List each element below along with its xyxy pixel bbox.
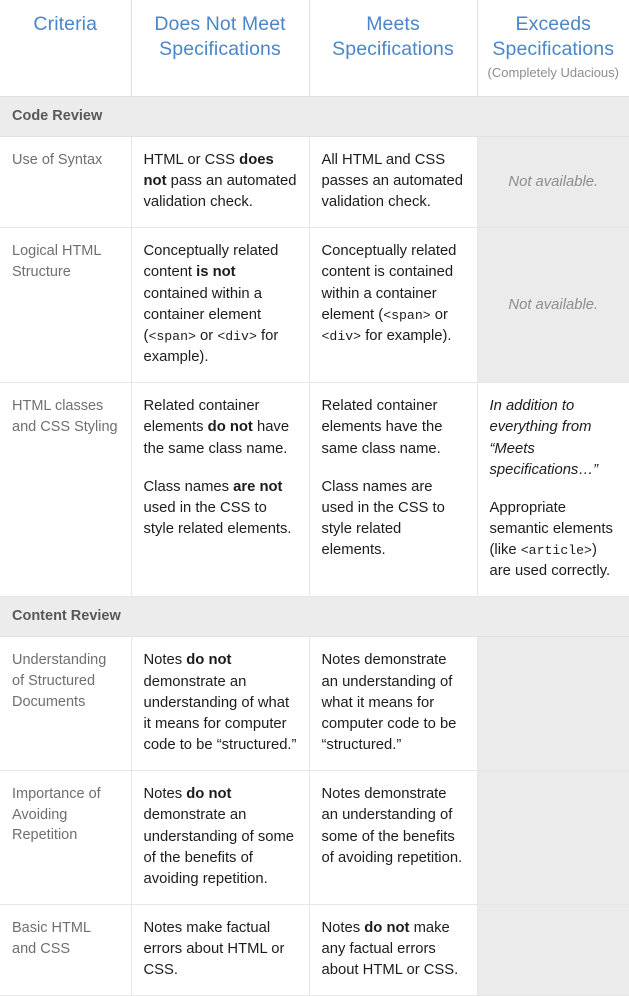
cell-paragraph: HTML or CSS does not pass an automated v… [144,150,297,213]
plain-text: pass an automated validation check. [143,172,297,211]
exceeds-cell [476,636,629,772]
section-header-cell: Content Review [0,596,629,638]
table-row: HTML classes and CSS Styling Related cont… [0,382,629,598]
does-not-meet-cell: Notes do not demonstrate an understandin… [130,770,309,906]
plain-text: for example). [361,327,452,344]
cell-paragraph: Notes do not demonstrate an understandin… [144,650,297,756]
code-snippet: <span> [148,328,196,344]
section-title: Code Review [12,107,103,124]
plain-text: Notes [321,920,365,937]
meets-cell: Notes demonstrate an understanding of wh… [308,636,477,772]
criteria-cell: Understanding of Structured Documents [0,636,131,772]
plain-text: Notes [143,652,187,669]
plain-text: Notes [143,786,187,803]
meets-cell: Notes demonstrate an understanding of so… [308,770,477,906]
does-not-meet-cell: Notes do not demonstrate an understandin… [130,636,309,772]
does-not-meet-cell: Conceptually related content is not cont… [130,227,309,384]
exceeds-cell: Not available. [476,227,629,384]
plain-text: Notes make factual errors about HTML or … [143,920,285,979]
column-header-criteria-label: Criteria [33,13,98,35]
column-header-meets: Meets Specifications [308,0,477,97]
table-row: Understanding of Structured Documents Not… [0,636,629,772]
plain-text: used in the CSS to style related element… [143,499,292,537]
meets-cell: Conceptually related content is containe… [308,227,477,384]
plain-text: Class names are used in the CSS to style… [321,478,445,559]
emphasis-text: do not [364,920,410,937]
meets-cell: All HTML and CSS passes an automated val… [308,136,477,229]
rubric-table: Criteria Does Not Meet Specifications Me… [0,0,629,996]
criteria-cell: Basic HTML and CSS [0,904,131,996]
cell-paragraph: Related container elements do not have t… [144,396,297,459]
criteria-cell: Importance of Avoiding Repetition [0,770,131,906]
meets-cell: Notes do not make any factual errors abo… [308,904,477,996]
column-header-criteria: Criteria [0,0,131,97]
emphasis-text: do not [207,419,253,436]
plain-text: demonstrate an understanding of what it … [143,673,297,754]
column-header-meets-label: Meets Specifications [332,13,454,60]
emphasis-text: do not [186,786,232,803]
cell-paragraph: Appropriate semantic elements (like <art… [490,498,618,583]
plain-text: or [195,327,218,344]
section-header-row: Content Review [0,596,629,638]
column-header-does-not-meet-label: Does Not Meet Specifications [154,13,286,60]
plain-text: Class names [143,478,234,495]
header-row: Criteria Does Not Meet Specifications Me… [0,0,629,97]
plain-text: Related container elements have the same… [321,398,443,457]
plain-text: All HTML and CSS passes an automated val… [321,151,464,211]
table-row: Importance of Avoiding Repetition Notes d… [0,770,629,906]
cell-paragraph: Notes demonstrate an understanding of so… [322,784,465,869]
plain-text: demonstrate an understanding of some of … [143,807,295,887]
cell-paragraph: Class names are not used in the CSS to s… [144,477,297,540]
plain-text: or [430,306,448,323]
rubric-header: Criteria Does Not Meet Specifications Me… [0,0,629,97]
exceeds-cell: In addition to everything from “Meets sp… [476,382,629,598]
plain-text: Notes demonstrate an understanding of so… [321,786,463,866]
does-not-meet-cell: Related container elements do not have t… [130,382,309,598]
cell-paragraph: Notes make factual errors about HTML or … [144,918,297,981]
column-header-exceeds: Exceeds Specifications (Completely Udaci… [476,0,629,97]
exceeds-cell [476,904,629,996]
cell-paragraph: Related container elements have the same… [322,396,465,459]
table-row: Use of Syntax HTML or CSS does not pass a… [0,136,629,229]
exceeds-cell [476,770,629,906]
criteria-cell: Logical HTML Structure [0,227,131,384]
criteria-cell: HTML classes and CSS Styling [0,382,131,598]
cell-paragraph: Notes do not make any factual errors abo… [322,918,465,981]
does-not-meet-cell: HTML or CSS does not pass an automated v… [130,136,309,229]
cell-paragraph: In addition to everything from “Meets sp… [490,396,618,481]
section-title: Content Review [12,608,121,625]
code-snippet: <div> [217,328,257,344]
emphasis-text: do not [186,652,232,669]
plain-text: Notes demonstrate an understanding of wh… [321,652,457,754]
section-header-cell: Code Review [0,95,629,137]
column-header-does-not-meet: Does Not Meet Specifications [130,0,309,97]
italic-text: In addition to everything from “Meets sp… [489,398,599,478]
table-row: Basic HTML and CSS Notes make factual err… [0,904,629,996]
table-row: Logical HTML Structure Conceptually relat… [0,227,629,384]
cell-paragraph: Notes demonstrate an understanding of wh… [322,650,465,756]
emphasis-text: is not [196,264,236,281]
section-header-row: Code Review [0,95,629,137]
cell-paragraph: All HTML and CSS passes an automated val… [322,150,465,213]
column-header-exceeds-label: Exceeds Specifications [492,13,615,60]
cell-paragraph: Conceptually related content is not cont… [144,241,297,368]
code-snippet: <article> [520,543,592,559]
code-snippet: <span> [383,307,431,323]
cell-paragraph: Conceptually related content is containe… [322,241,465,347]
meets-cell: Related container elements have the same… [308,382,477,598]
does-not-meet-cell: Notes make factual errors about HTML or … [130,904,309,996]
code-snippet: <div> [321,328,362,344]
exceeds-cell: Not available. [476,136,629,229]
emphasis-text: are not [233,478,283,495]
cell-paragraph: Class names are used in the CSS to style… [322,477,465,562]
rubric-body: Code Review Use of Syntax HTML or CSS does… [0,95,629,996]
cell-paragraph: Notes do not demonstrate an understandin… [144,784,297,890]
column-header-exceeds-subtitle: (Completely Udacious) [487,64,620,80]
criteria-cell: Use of Syntax [0,136,131,229]
plain-text: HTML or CSS [143,151,240,168]
